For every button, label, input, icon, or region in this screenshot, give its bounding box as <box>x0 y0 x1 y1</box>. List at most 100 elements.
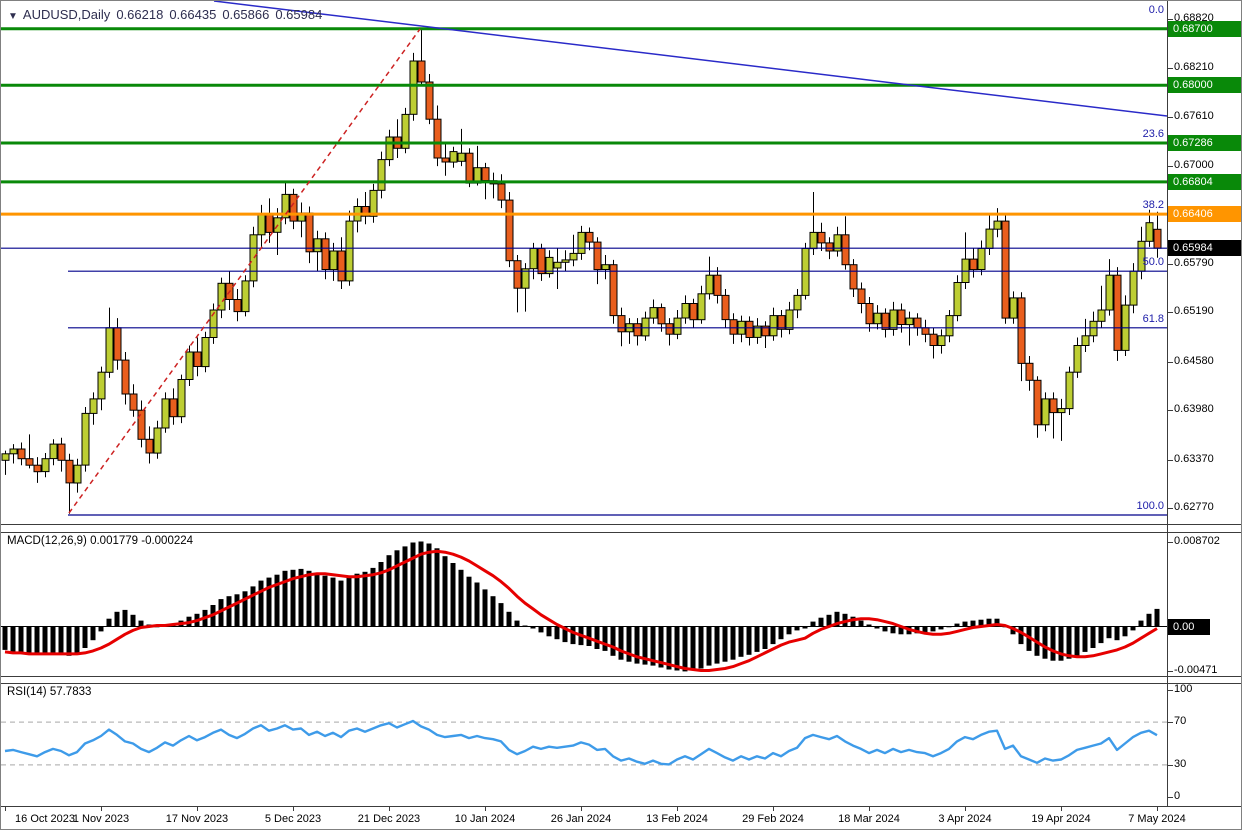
macd-histogram-bar <box>731 627 736 660</box>
candle-body <box>706 275 713 294</box>
date-tick-mark <box>1157 807 1158 811</box>
candle-body <box>306 213 313 252</box>
rsi-tick-label: 100 <box>1174 683 1192 695</box>
macd-histogram-bar <box>411 543 416 627</box>
date-label: 17 Nov 2023 <box>155 813 239 825</box>
macd-histogram-bar <box>387 555 392 626</box>
candle-body <box>866 304 873 324</box>
macd-histogram-bar <box>611 627 616 656</box>
date-tick-mark <box>581 807 582 811</box>
macd-histogram-bar <box>83 627 88 649</box>
candle-body <box>138 410 145 439</box>
trading-chart-window: ▼AUDUSD,Daily0.662180.664350.658660.6598… <box>0 0 1242 830</box>
macd-rsi-separator[interactable] <box>1 676 1242 677</box>
candle-body <box>162 399 169 428</box>
price-tick-mark <box>1167 19 1173 20</box>
fib-level-label-0.0: 0.0 <box>1034 4 1164 16</box>
fib-level-label-61.8: 61.8 <box>1034 313 1164 325</box>
ohlc-close: 0.65984 <box>275 7 322 22</box>
price-level-badge: 0.67286 <box>1168 135 1242 151</box>
macd-histogram-bar <box>515 621 520 627</box>
macd-histogram-bar <box>755 627 760 652</box>
candle-body <box>642 318 649 336</box>
candle-body <box>570 253 577 260</box>
descending-trendline[interactable] <box>214 1 1167 116</box>
macd-histogram-bar <box>347 578 352 627</box>
candle-body <box>450 152 457 163</box>
candle-body <box>722 295 729 319</box>
macd-histogram-bar <box>507 612 512 627</box>
price-tick-mark <box>1167 117 1173 118</box>
candle-body <box>970 259 977 270</box>
date-label: 3 Apr 2024 <box>923 813 1007 825</box>
macd-tick-label: 0.008702 <box>1174 535 1220 547</box>
macd-histogram-bar <box>931 627 936 632</box>
ohlc-low: 0.65866 <box>222 7 269 22</box>
candle-body <box>242 281 249 312</box>
macd-histogram-bar <box>227 596 232 626</box>
candle-body <box>930 334 937 345</box>
candle-body <box>258 215 265 235</box>
macd-histogram-bar <box>123 610 128 627</box>
rsi-tick-mark <box>1167 690 1173 691</box>
candle-body <box>130 394 137 410</box>
candle-body <box>186 352 193 380</box>
macd-histogram-bar <box>939 627 944 630</box>
macd-histogram-bar <box>1147 614 1152 627</box>
horizontal-level-lines[interactable] <box>1 29 1167 515</box>
price-level-badge: 0.66804 <box>1168 174 1242 190</box>
candle-body <box>122 360 129 394</box>
macd-histogram-bar <box>139 621 144 627</box>
macd-histogram-bar <box>323 576 328 627</box>
macd-histogram-bar <box>443 556 448 626</box>
price-tick-mark <box>1167 68 1173 69</box>
macd-histogram-bar <box>403 546 408 626</box>
macd-histogram-bar <box>331 578 336 627</box>
macd-histogram-bar <box>1083 627 1088 652</box>
macd-histogram-bar <box>427 544 432 627</box>
candle-body <box>370 190 377 216</box>
price-macd-separator[interactable] <box>1 524 1242 525</box>
candle-body <box>714 275 721 295</box>
date-label: 1 Nov 2023 <box>59 813 143 825</box>
macd-histogram-bar <box>1051 627 1056 661</box>
macd-histogram-bar <box>763 627 768 650</box>
chart-canvas <box>1 1 1242 830</box>
ohlc-high: 0.66435 <box>169 7 216 22</box>
candle-body <box>1002 221 1009 318</box>
macd-histogram-bar <box>683 627 688 672</box>
candle-body <box>290 194 297 221</box>
candle-body <box>1130 271 1137 305</box>
candle-body <box>378 160 385 191</box>
macd-histogram-bar <box>467 577 472 627</box>
candle-body <box>106 328 113 373</box>
candle-body <box>554 262 561 268</box>
macd-histogram-bar <box>947 627 952 628</box>
candle-body <box>346 221 353 281</box>
symbol-dropdown-icon[interactable]: ▼ <box>8 11 18 22</box>
candle-body <box>898 310 905 325</box>
candle-body <box>1050 399 1057 413</box>
macd-histogram-bar <box>483 589 488 626</box>
price-level-badge: 0.68000 <box>1168 77 1242 93</box>
macd-histogram-bar <box>475 583 480 627</box>
macd-histogram-bar <box>1139 621 1144 627</box>
macd-histogram-bar <box>235 594 240 626</box>
macd-signal-line <box>5 551 1157 670</box>
candle-body <box>514 261 521 289</box>
macd-histogram-bar <box>115 612 120 627</box>
macd-histogram-bar <box>59 627 64 653</box>
price-axis-border <box>1167 1 1168 807</box>
candle-body <box>314 239 321 252</box>
candle-body <box>1066 372 1073 408</box>
macd-histogram-bar <box>715 627 720 664</box>
candle-body <box>170 399 177 417</box>
macd-histogram-bar <box>627 627 632 662</box>
candle-body <box>794 295 801 310</box>
price-tick-mark <box>1167 410 1173 411</box>
candle-body <box>434 119 441 158</box>
candle-body <box>498 184 505 200</box>
macd-histogram-bar <box>619 627 624 660</box>
candle-body <box>146 439 153 453</box>
macd-histogram-bar <box>595 627 600 650</box>
